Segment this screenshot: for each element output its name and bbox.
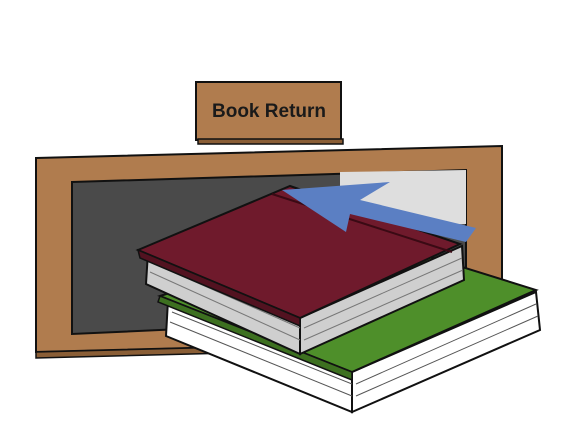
book-return-sign: Book Return xyxy=(195,81,344,145)
sign-label: Book Return xyxy=(212,101,326,122)
book-return-illustration: Book Return xyxy=(35,81,542,414)
